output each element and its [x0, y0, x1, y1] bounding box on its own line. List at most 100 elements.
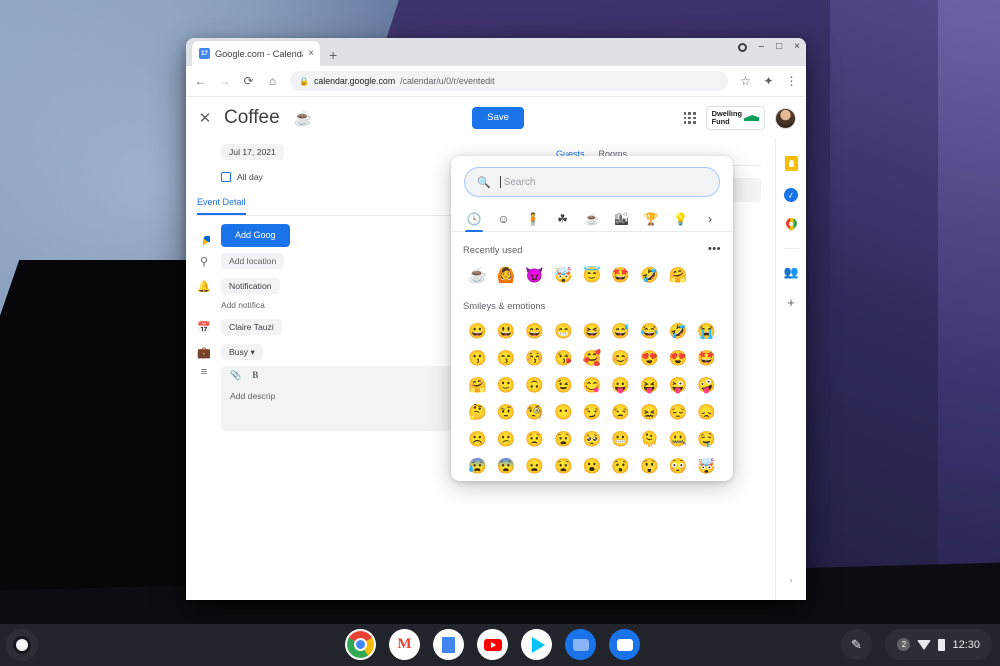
emoji-cell-smiley[interactable]: ☹️: [463, 425, 492, 452]
emoji-cell-smiley[interactable]: 🤐: [664, 425, 693, 452]
profile-dot-icon[interactable]: [738, 43, 747, 52]
add-apps-icon[interactable]: +: [783, 294, 800, 311]
chrome-icon[interactable]: [345, 629, 376, 660]
emoji-cell-smiley[interactable]: 🤗: [463, 371, 492, 398]
overflow-menu-icon[interactable]: •••: [708, 244, 721, 255]
emoji-category-objects[interactable]: 💡: [670, 207, 692, 231]
clock-label[interactable]: 12:30: [952, 639, 980, 651]
emoji-category-activities[interactable]: 🏆: [640, 207, 662, 231]
emoji-cell-smiley[interactable]: 😙: [492, 344, 521, 371]
emoji-cell-smiley[interactable]: 😭: [692, 317, 721, 344]
emoji-cell-smiley[interactable]: 😲: [635, 452, 664, 479]
emoji-category-more-icon[interactable]: ›: [699, 207, 721, 231]
add-google-meet-button[interactable]: Add Goog: [221, 224, 290, 247]
emoji-cell-smiley[interactable]: 😬: [606, 425, 635, 452]
emoji-category-travel-places[interactable]: 🏙: [611, 207, 633, 231]
files-icon[interactable]: [565, 629, 596, 660]
emoji-cell-smiley[interactable]: 😉: [549, 371, 578, 398]
keep-icon[interactable]: [783, 155, 800, 172]
emoji-cell-smiley[interactable]: 😊: [606, 344, 635, 371]
emoji-cell-smiley[interactable]: 🤯: [692, 452, 721, 479]
emoji-cell-smiley[interactable]: 😃: [492, 317, 521, 344]
location-input[interactable]: Add location: [221, 253, 284, 270]
emoji-cell-smiley[interactable]: 🙂: [492, 371, 521, 398]
battery-icon[interactable]: [938, 639, 945, 651]
emoji-cell-smiley[interactable]: 😁: [549, 317, 578, 344]
google-apps-icon[interactable]: [684, 112, 696, 124]
emoji-cell-smiley[interactable]: 😮: [578, 452, 607, 479]
event-title-input[interactable]: Coffee: [224, 107, 280, 129]
emoji-cell-smiley[interactable]: 🤨: [492, 398, 521, 425]
emoji-category-animals-nature[interactable]: ☘: [552, 207, 574, 231]
emoji-cell-smiley[interactable]: 😦: [520, 452, 549, 479]
new-tab-button[interactable]: +: [329, 48, 337, 62]
emoji-cell-smiley[interactable]: 😳: [664, 452, 693, 479]
emoji-cell-recent[interactable]: 🤣: [635, 261, 664, 288]
emoji-cell-smiley[interactable]: 😚: [520, 344, 549, 371]
extensions-icon[interactable]: ✦: [762, 75, 775, 87]
emoji-cell-recent[interactable]: 😇: [578, 261, 607, 288]
maps-icon[interactable]: [783, 217, 800, 234]
emoji-cell-smiley[interactable]: 😛: [606, 371, 635, 398]
window-close-icon[interactable]: ×: [794, 42, 800, 52]
emoji-cell-smiley[interactable]: 😄: [520, 317, 549, 344]
event-date-field[interactable]: Jul 17, 2021: [221, 144, 284, 161]
emoji-search-input[interactable]: 🔍 Search: [464, 167, 720, 197]
avatar[interactable]: [775, 108, 796, 129]
emoji-cell-recent[interactable]: 🤯: [549, 261, 578, 288]
emoji-cell-smiley[interactable]: 🫠: [635, 425, 664, 452]
emoji-cell-smiley[interactable]: 😋: [578, 371, 607, 398]
emoji-cell-smiley[interactable]: 😍: [664, 344, 693, 371]
emoji-cell-smiley[interactable]: 😧: [549, 452, 578, 479]
docs-icon[interactable]: [433, 629, 464, 660]
play-store-icon[interactable]: [521, 629, 552, 660]
emoji-cell-smiley[interactable]: 😟: [520, 425, 549, 452]
status-tray[interactable]: 2 12:30: [885, 629, 992, 660]
emoji-cell-smiley[interactable]: 😯: [606, 452, 635, 479]
bookmark-star-icon[interactable]: ☆: [739, 75, 752, 87]
back-icon[interactable]: ←: [194, 75, 207, 87]
browser-menu-icon[interactable]: ⋮: [785, 75, 798, 87]
emoji-cell-smiley[interactable]: 🤩: [692, 344, 721, 371]
gmail-icon[interactable]: M: [389, 629, 420, 660]
tab-event-details[interactable]: Event Detail: [197, 197, 246, 215]
emoji-cell-smiley[interactable]: 🥺: [578, 425, 607, 452]
emoji-cell-recent[interactable]: 🤩: [606, 261, 635, 288]
all-day-checkbox[interactable]: [221, 172, 231, 182]
emoji-cell-recent[interactable]: 🤗: [664, 261, 693, 288]
minimize-icon[interactable]: –: [759, 42, 765, 52]
close-editor-button[interactable]: ✕: [196, 109, 214, 127]
attachment-icon[interactable]: 📎: [230, 371, 241, 380]
emoji-scroll-area[interactable]: Recently used ••• ☕🙆😈🤯😇🤩🤣🤗 Smileys & emo…: [451, 232, 733, 480]
emoji-cell-smiley[interactable]: 😀: [463, 317, 492, 344]
calendar-owner-field[interactable]: Claire Tauzi: [221, 319, 282, 336]
emoji-category-smileys[interactable]: ☺: [493, 207, 515, 231]
emoji-cell-smiley[interactable]: 😰: [463, 452, 492, 479]
emoji-cell-smiley[interactable]: 😞: [692, 398, 721, 425]
emoji-cell-smiley[interactable]: 😂: [635, 317, 664, 344]
collapse-rail-icon[interactable]: ›: [790, 575, 793, 585]
emoji-cell-smiley[interactable]: 😒: [606, 398, 635, 425]
emoji-cell-smiley[interactable]: 😏: [578, 398, 607, 425]
emoji-cell-smiley[interactable]: 😨: [492, 452, 521, 479]
emoji-cell-smiley[interactable]: 😕: [492, 425, 521, 452]
emoji-cell-smiley[interactable]: 🤔: [463, 398, 492, 425]
emoji-cell-smiley[interactable]: 😝: [635, 371, 664, 398]
emoji-cell-smiley[interactable]: 😔: [664, 398, 693, 425]
bold-icon[interactable]: B: [252, 371, 258, 380]
emoji-cell-smiley[interactable]: 🧐: [520, 398, 549, 425]
event-title-emoji[interactable]: ☕: [294, 109, 313, 127]
home-icon[interactable]: ⌂: [266, 75, 279, 87]
emoji-cell-smiley[interactable]: 😶: [549, 398, 578, 425]
close-icon[interactable]: ×: [308, 49, 314, 59]
notification-chip[interactable]: Notification: [221, 278, 280, 295]
emoji-cell-smiley[interactable]: 🤪: [692, 371, 721, 398]
save-button[interactable]: Save: [472, 107, 524, 129]
busy-dropdown[interactable]: Busy ▾: [221, 344, 263, 361]
emoji-cell-smiley[interactable]: 😖: [635, 398, 664, 425]
emoji-cell-recent[interactable]: 😈: [520, 261, 549, 288]
launcher-button[interactable]: [6, 629, 38, 661]
emoji-cell-smiley[interactable]: 🤤: [692, 425, 721, 452]
browser-tab[interactable]: 17 Google.com - Calendar - Event d ×: [192, 41, 320, 66]
youtube-icon[interactable]: [477, 629, 508, 660]
